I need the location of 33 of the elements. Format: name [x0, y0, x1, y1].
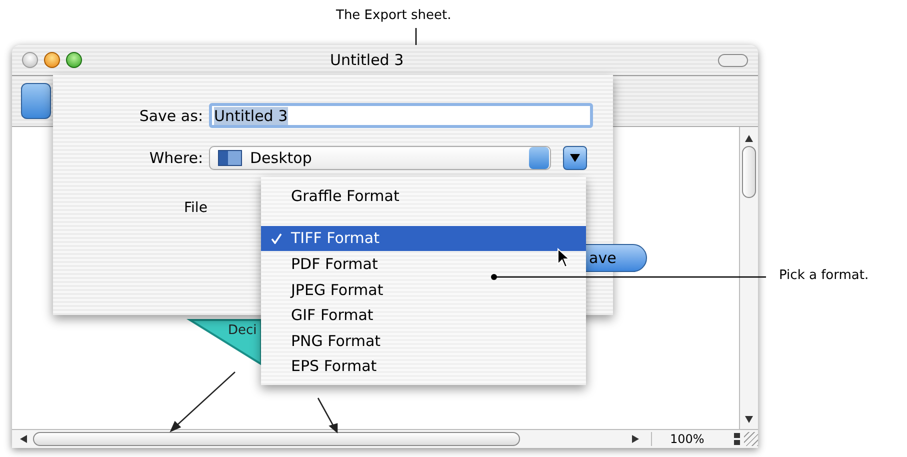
scroll-left-icon[interactable]	[20, 435, 27, 443]
window-title: Untitled 3	[330, 51, 404, 69]
save-as-field[interactable]: Untitled 3	[209, 103, 593, 128]
zoom-button-icon[interactable]	[66, 52, 82, 68]
where-popup[interactable]: Desktop	[209, 146, 551, 170]
scroll-right-icon[interactable]	[632, 435, 639, 443]
field-label: Save as:	[138, 106, 204, 124]
tool-button[interactable]	[21, 83, 51, 119]
callout-label: Pick a format.	[779, 268, 869, 283]
triangle-down-icon	[569, 153, 581, 163]
stepper-icon[interactable]	[734, 433, 740, 445]
scroll-thumb[interactable]	[742, 146, 756, 198]
menu-item[interactable]: PNG Format	[261, 328, 586, 354]
field-label: File	[184, 200, 208, 216]
scroll-thumb[interactable]	[33, 432, 520, 446]
menu-item[interactable]: EPS Format	[261, 354, 586, 380]
shape-label: Deci	[228, 323, 257, 338]
menu-item[interactable]: JPEG Format	[261, 276, 586, 302]
mouse-pointer-icon	[557, 248, 571, 268]
toolbar-toggle-button[interactable]	[718, 54, 748, 67]
field-label: Where:	[148, 149, 204, 167]
menu-item[interactable]: Graffle Format	[261, 183, 586, 209]
checkmark-icon	[270, 232, 282, 244]
folder-icon	[218, 150, 242, 166]
minimize-button-icon[interactable]	[44, 52, 60, 68]
close-button-icon[interactable]	[22, 52, 38, 68]
zoom-level[interactable]: 100%	[651, 432, 730, 446]
vertical-scrollbar[interactable]	[739, 127, 758, 429]
menu-item[interactable]: TIFF Format	[261, 226, 586, 252]
callout-label: The Export sheet.	[336, 8, 452, 23]
resize-grip-icon[interactable]	[744, 432, 758, 446]
expand-button[interactable]	[563, 146, 587, 170]
menu-item[interactable]: GIF Format	[261, 302, 586, 328]
